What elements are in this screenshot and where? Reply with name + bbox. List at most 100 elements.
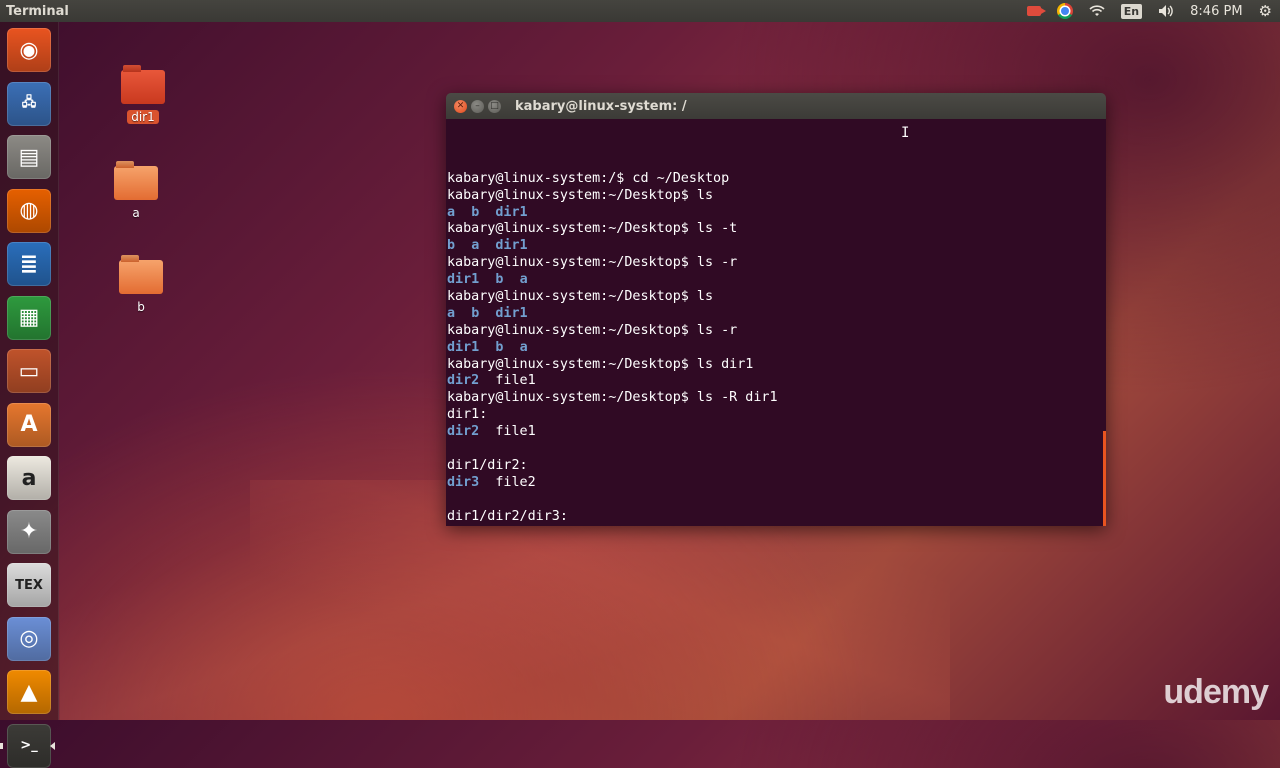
window-title: kabary@linux-system: /	[515, 98, 687, 114]
desktop-icon-label: dir1	[127, 110, 159, 124]
launcher-vlc[interactable]: ▲	[7, 670, 51, 714]
directory-entry: dir1	[447, 339, 480, 355]
launcher-libreoffice-calc[interactable]: ▦	[7, 295, 51, 340]
window-titlebar[interactable]: ✕ – □ kabary@linux-system: /	[446, 93, 1106, 119]
directory-entry: dir2	[447, 373, 480, 389]
focused-indicator	[50, 741, 55, 750]
udemy-watermark: udemy	[1163, 673, 1269, 711]
close-window-button[interactable]: ✕	[454, 99, 467, 113]
terminal-line: kabary@linux-system:~/Desktop$ ls -r	[447, 255, 1106, 272]
launcher: ◉ 🖧 ▤ ◍ ≣ ▦ ▭ Aa ✦ TEX ◎ ▲ >_	[0, 22, 59, 768]
terminal-line: dir1 b a	[447, 272, 1106, 289]
launcher-firefox[interactable]: ◍	[7, 188, 51, 233]
clock[interactable]: 8:46 PM	[1190, 4, 1242, 19]
terminal-text: dir1/dir2:	[447, 457, 528, 473]
launcher-remote-desktop[interactable]: 🖧	[7, 81, 51, 126]
terminal-window[interactable]: ✕ – □ kabary@linux-system: / kabary@linu…	[446, 93, 1106, 526]
wifi-icon[interactable]	[1089, 5, 1105, 17]
terminal-text: kabary@linux-system:/$ cd ~/Desktop	[447, 170, 730, 186]
file-cabinet-icon: ▤	[18, 144, 40, 170]
launcher-files[interactable]: ▤	[7, 135, 51, 179]
launcher-libreoffice-impress[interactable]: ▭	[7, 349, 51, 393]
terminal-line: kabary@linux-system:~/Desktop$ ls dir1	[447, 357, 1106, 374]
file-entry	[455, 238, 471, 253]
launcher-system-settings[interactable]: ✦	[7, 509, 51, 554]
terminal-line: dir1/dir2/dir3:	[447, 509, 1106, 526]
video-camera-icon[interactable]	[1026, 6, 1046, 16]
terminal-output[interactable]: kabary@linux-system:/$ cd ~/Desktop kabar…	[446, 119, 1106, 526]
terminal-line: kabary@linux-system:~/Desktop$ ls	[447, 289, 1106, 306]
desktop-icon-a[interactable]: a	[96, 166, 176, 221]
terminal-line: dir2 file1	[447, 424, 1106, 441]
top-panel: Terminal En 8:46 PM ⚙	[0, 0, 1280, 22]
terminal-text: kabary@linux-system:~/Desktop$ ls -r	[447, 255, 738, 271]
directory-entry: a	[519, 339, 528, 355]
terminal-line: file3	[447, 525, 1106, 526]
file-entry	[479, 340, 495, 355]
launcher-software-center[interactable]: A	[7, 402, 51, 447]
terminal-text: kabary@linux-system:~/Desktop$ ls dir1	[447, 356, 754, 372]
maximize-window-button[interactable]: □	[488, 99, 501, 113]
directory-entry: dir1	[495, 305, 528, 321]
terminal-line: kabary@linux-system:~/Desktop$ ls	[447, 188, 1106, 205]
terminal-line: a b dir1	[447, 205, 1106, 222]
terminal-line: dir2 file1	[447, 373, 1106, 390]
settings-gear-icon[interactable]: ⚙	[1259, 2, 1272, 20]
active-app-title: Terminal	[6, 3, 69, 19]
directory-entry: a	[447, 204, 456, 220]
terminal-icon: >_	[20, 738, 38, 753]
file-entry	[503, 272, 519, 287]
folder-icon	[114, 166, 158, 200]
terminal-text: dir1/dir2/dir3:	[447, 508, 568, 524]
mouse-ibeam-cursor-icon: I	[901, 125, 910, 141]
language-label: En	[1120, 3, 1143, 19]
ring-icon: ◎	[19, 626, 39, 651]
minimize-window-button[interactable]: –	[471, 99, 484, 113]
directory-entry: dir2	[447, 424, 480, 440]
launcher-texmaker[interactable]: TEX	[7, 563, 51, 607]
terminal-line: dir1/dir2:	[447, 458, 1106, 475]
terminal-text: kabary@linux-system:~/Desktop$ ls	[447, 288, 714, 304]
launcher-ubuntu-dash[interactable]: ◉	[7, 28, 51, 72]
writer-document-icon: ≣	[19, 251, 39, 277]
terminal-scrollbar[interactable]	[1103, 431, 1106, 526]
launcher-amazon[interactable]: a	[7, 456, 51, 500]
desktop-icon-dir1[interactable]: dir1	[103, 70, 183, 125]
terminal-text: file3	[447, 525, 487, 526]
tex-icon: TEX	[15, 577, 43, 593]
terminal-text: kabary@linux-system:~/Desktop$ ls -r	[447, 322, 738, 338]
desktop-icon-label: a	[132, 206, 140, 220]
directory-entry: dir1	[495, 204, 528, 220]
terminal-line: kabary@linux-system:~/Desktop$ ls -t	[447, 221, 1106, 238]
terminal-text: kabary@linux-system:~/Desktop$ ls	[447, 187, 714, 203]
file-entry	[455, 205, 471, 220]
directory-entry: dir3	[447, 474, 480, 490]
system-tray: En 8:46 PM ⚙	[1019, 0, 1280, 22]
folder-icon	[119, 260, 163, 294]
firefox-icon: ◍	[19, 198, 39, 223]
terminal-text: dir1:	[447, 407, 488, 423]
chrome-icon[interactable]	[1056, 3, 1073, 19]
amazon-icon: a	[21, 465, 37, 491]
calc-spreadsheet-icon: ▦	[18, 305, 40, 330]
terminal-line: dir3 file2	[447, 475, 1106, 492]
file-entry	[455, 306, 471, 321]
terminal-line: kabary@linux-system:~/Desktop$ ls -r	[447, 323, 1106, 340]
terminal-line: dir1 b a	[447, 340, 1106, 357]
keyboard-language-indicator[interactable]: En	[1120, 3, 1143, 19]
wrench-gear-icon: ✦	[19, 519, 39, 544]
launcher-libreoffice-writer[interactable]: ≣	[7, 242, 51, 286]
launcher-terminal[interactable]: >_	[7, 723, 51, 768]
network-monitor-icon: 🖧	[21, 94, 37, 110]
ubuntu-logo-icon: ◉	[19, 37, 39, 63]
file-entry	[503, 340, 519, 355]
terminal-line: a b dir1	[447, 306, 1106, 323]
file-entry: file1	[479, 373, 536, 389]
traffic-cone-icon: ▲	[20, 679, 38, 705]
file-entry	[479, 238, 495, 253]
desktop-icon-b[interactable]: b	[101, 260, 181, 315]
launcher-eclipse[interactable]: ◎	[7, 616, 51, 661]
volume-icon[interactable]	[1158, 4, 1174, 18]
